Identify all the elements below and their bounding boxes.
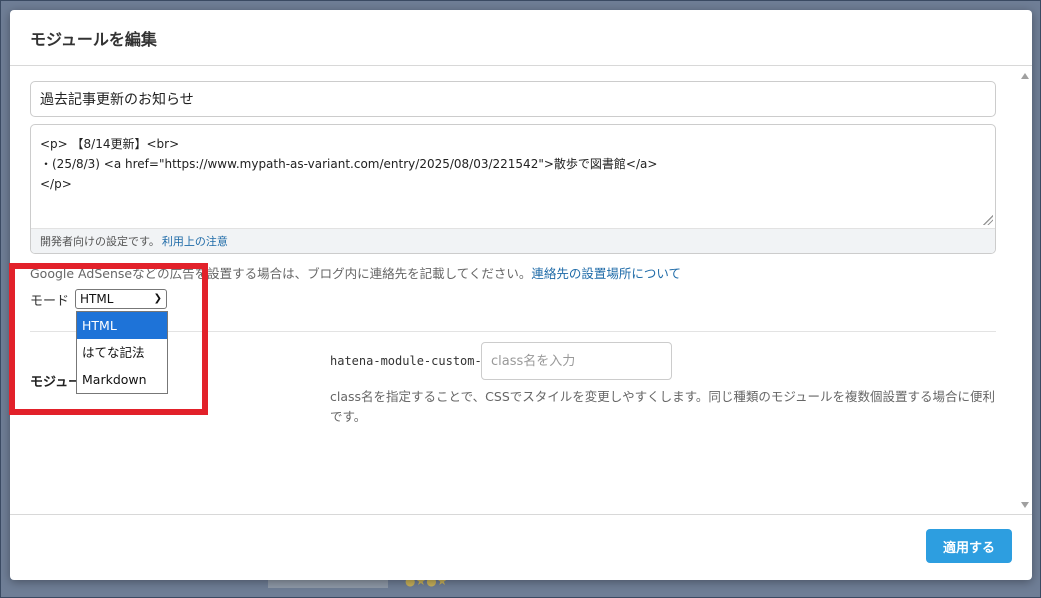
adsense-notice: Google AdSenseなどの広告を設置する場合は、ブログ内に連絡先を記載し… [30,263,681,282]
mode-option-html[interactable]: HTML [77,312,167,339]
mode-dropdown-list: HTML はてな記法 Markdown [76,311,168,394]
scroll-down-icon[interactable] [1021,502,1029,508]
edit-module-dialog: モジュールを編集 過去記事更新のお知らせ <p> 【8/14更新】<br> ・(2… [10,10,1032,580]
background-thumbnail [268,580,388,588]
dialog-title: モジュールを編集 [30,29,157,49]
contact-placement-link[interactable]: 連絡先の設置場所について [531,266,681,281]
mode-option-markdown[interactable]: Markdown [77,366,167,393]
scroll-up-icon[interactable] [1021,73,1029,79]
module-title-input[interactable]: 過去記事更新のお知らせ [30,81,996,117]
dialog-body: 過去記事更新のお知らせ <p> 【8/14更新】<br> ・(25/8/3) <a… [10,67,1032,514]
code-textarea[interactable]: <p> 【8/14更新】<br> ・(25/8/3) <a href="https… [31,125,995,229]
mode-label: モード [30,293,70,309]
mode-option-hatena[interactable]: はてな記法 [77,339,167,366]
mode-selected-value: HTML [80,292,114,306]
section-divider [30,331,996,332]
dialog-header: モジュールを編集 [10,10,1032,66]
usage-notes-link[interactable]: 利用上の注意 [162,233,228,249]
adsense-notice-text: Google AdSenseなどの広告を設置する場合は、ブログ内に連絡先を記載し… [30,266,532,281]
code-editor-note: 開発者向けの設定です。 利用上の注意 [31,228,995,253]
dialog-scrollbar[interactable] [1018,67,1032,514]
dialog-footer: 適用する [10,514,1032,580]
apply-button[interactable]: 適用する [926,529,1012,563]
code-line: <p> 【8/14更新】<br> [40,137,180,151]
mode-row: モード HTML ❯ [30,289,168,309]
chevron-down-icon: ❯ [153,293,163,304]
mode-select[interactable]: HTML ❯ [75,289,168,309]
code-line: ・(25/8/3) <a href="https://www.mypath-as… [40,157,658,171]
developer-note-text: 開発者向けの設定です。 [40,235,160,248]
module-code-editor[interactable]: <p> 【8/14更新】<br> ・(25/8/3) <a href="https… [30,124,996,254]
module-class-label: モジュー [30,375,82,390]
resize-handle-icon[interactable] [983,215,993,225]
class-name-input[interactable] [481,342,672,380]
code-line: </p> [40,177,72,191]
class-help-text: class名を指定することで、CSSでスタイルを変更しやすくします。同じ種類のモ… [330,389,996,424]
class-prefix-text: hatena-module-custom- [330,354,482,368]
